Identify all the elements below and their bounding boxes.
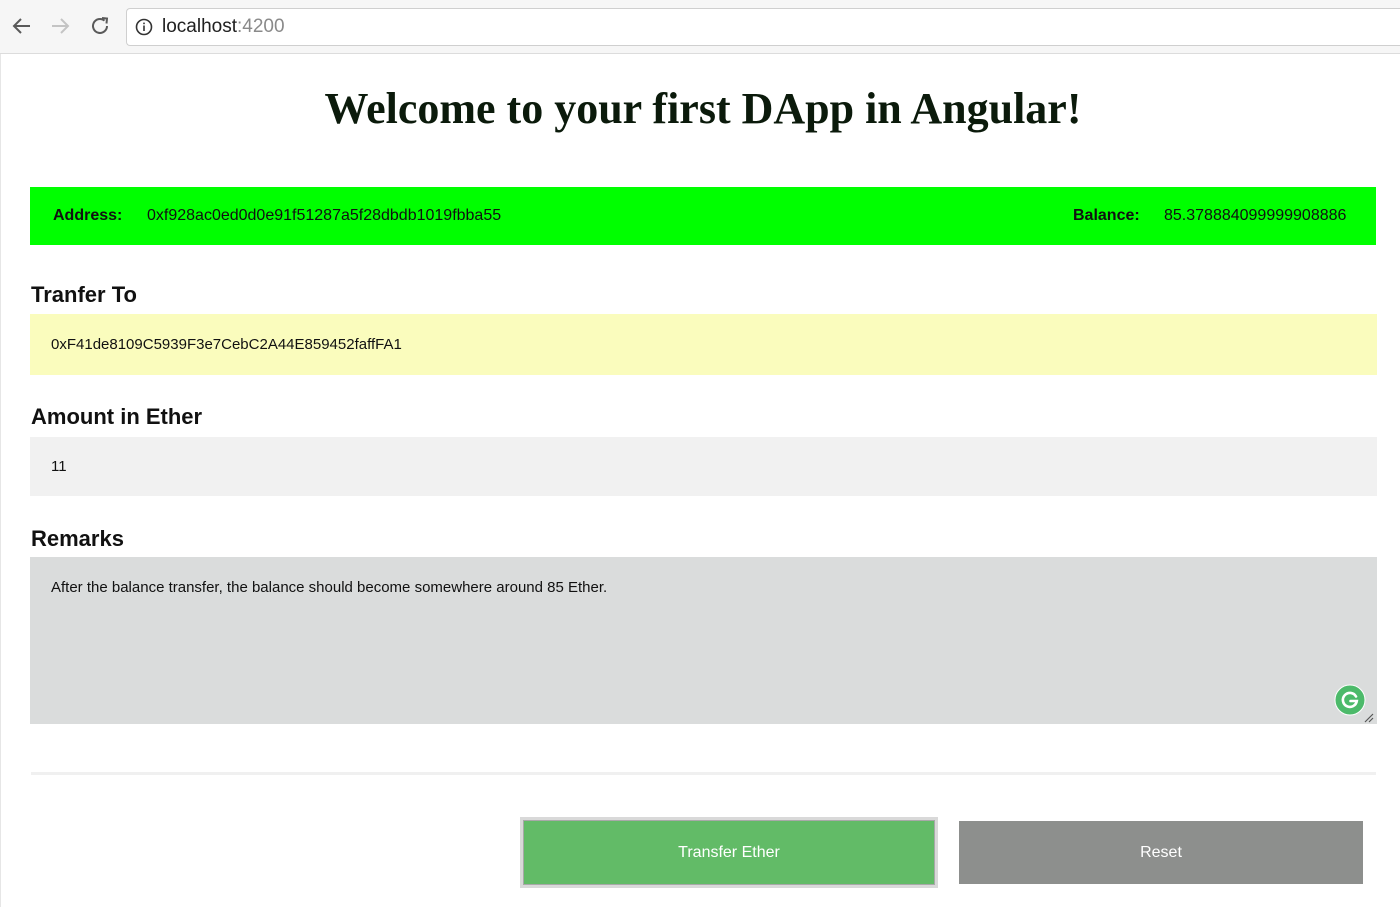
forward-arrow-icon[interactable] xyxy=(48,14,72,38)
transfer-ether-button[interactable]: Transfer Ether xyxy=(520,817,938,888)
balance-value: 85.378884099999908886 xyxy=(1164,207,1347,224)
page-title: Welcome to your first DApp in Angular! xyxy=(324,84,1082,133)
remarks-textarea[interactable]: After the balance transfer, the balance … xyxy=(30,557,1377,724)
transfer-to-input[interactable] xyxy=(30,314,1377,375)
address-bar[interactable]: localhost:4200 xyxy=(126,8,1400,46)
url-host: localhost xyxy=(162,16,237,37)
transfer-to-label: Tranfer To xyxy=(31,282,137,307)
browser-toolbar: localhost:4200 xyxy=(0,0,1400,54)
amount-input[interactable] xyxy=(30,437,1377,496)
amount-label: Amount in Ether xyxy=(31,404,203,429)
url-port: :4200 xyxy=(237,16,285,37)
balance-label: Balance: xyxy=(1073,207,1140,224)
address-label: Address: xyxy=(53,207,123,224)
account-info-bar: Address: 0xf928ac0ed0d0e91f51287a5f28dbd… xyxy=(30,187,1376,245)
address-value: 0xf928ac0ed0d0e91f51287a5f28dbdb1019fbba… xyxy=(147,207,502,224)
resize-handle-icon[interactable] xyxy=(1362,710,1374,723)
back-arrow-icon[interactable] xyxy=(10,14,34,38)
reload-icon[interactable] xyxy=(88,14,112,38)
reset-button[interactable]: Reset xyxy=(959,821,1363,884)
page-edge xyxy=(0,54,1,907)
divider xyxy=(31,772,1376,775)
info-icon[interactable] xyxy=(135,18,153,36)
url-text: localhost:4200 xyxy=(162,16,285,38)
remarks-label: Remarks xyxy=(31,526,124,551)
